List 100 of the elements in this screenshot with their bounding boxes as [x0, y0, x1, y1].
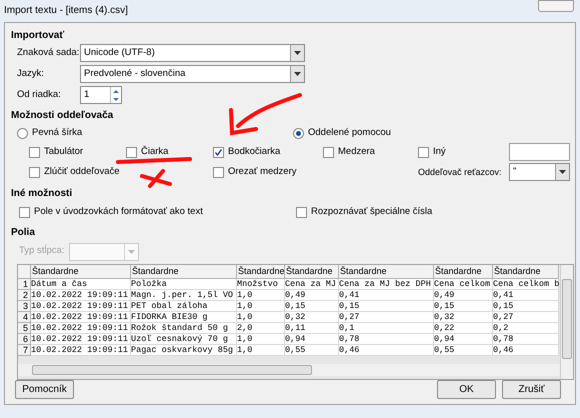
- table-cell: 0,41: [339, 290, 434, 300]
- checkbox[interactable]: [29, 146, 40, 158]
- caret-icon: [294, 51, 301, 55]
- checkbox[interactable]: [126, 146, 137, 158]
- table-cell: 1,0: [237, 300, 285, 312]
- checkbox-label: Orezať medzery: [228, 165, 296, 180]
- table-cell: 0,55: [434, 344, 493, 356]
- checkbox[interactable]: [213, 146, 224, 158]
- table-cell: 0,94: [434, 334, 493, 344]
- table-cell: PET obal záloha: [131, 300, 237, 312]
- table-cell: 0,15: [434, 300, 493, 312]
- caret-icon: [559, 170, 566, 174]
- checkbox[interactable]: [323, 146, 334, 158]
- row-number: 2: [18, 290, 31, 300]
- checkbox[interactable]: [418, 146, 429, 158]
- table-cell: 0,15: [285, 300, 339, 312]
- field-label: Znaková sada:: [17, 46, 80, 60]
- caret-icon: [128, 250, 135, 254]
- table-cell: 0,78: [339, 334, 434, 344]
- dialog-button[interactable]: OK: [437, 380, 496, 399]
- checkbox-label: Medzera: [338, 145, 375, 160]
- table-cell: 1,0: [237, 290, 285, 300]
- table-cell: Dátum a čas: [31, 278, 131, 290]
- table-cell: 0,94: [285, 334, 339, 344]
- table-cell: 0,15: [493, 300, 559, 312]
- table-cell: Uzoľ cesnakový 70 g: [131, 334, 237, 344]
- table-cell: 0,2: [493, 322, 559, 334]
- dialog-button[interactable]: Pomocník: [15, 380, 74, 399]
- table-cell: 0,55: [285, 344, 339, 356]
- table-cell: Cena celkom: [434, 278, 493, 290]
- checkbox[interactable]: [29, 166, 40, 178]
- table-cell: Cena za MJ bez DPH: [339, 278, 434, 290]
- radio-label: Pevná šírka: [32, 126, 82, 140]
- table-cell: 0,46: [339, 344, 434, 356]
- table-cell: Cena za MJ: [285, 278, 339, 290]
- table-cell: 10.02.2022 19:09:11: [31, 300, 131, 312]
- table-cell: 10.02.2022 19:09:11: [31, 290, 131, 300]
- table-cell: Magn. j.per. 1,5l VO: [131, 290, 237, 300]
- row-number: 1: [18, 278, 31, 290]
- table-cell: Rožok štandard 50 g: [131, 322, 237, 334]
- vertical-scrollbar[interactable]: [560, 264, 573, 379]
- field-label: Jazyk:: [17, 66, 45, 81]
- text-field[interactable]: [509, 143, 570, 162]
- checkbox-label: Pole v úvodzovkách formátovať ako text: [34, 205, 203, 220]
- table-cell: Položka: [131, 278, 237, 290]
- close-button[interactable]: [538, 0, 574, 12]
- table-cell: 0,49: [285, 290, 339, 300]
- checkbox-label: Čiarka: [141, 145, 168, 160]
- table-cell: 0,27: [339, 312, 434, 322]
- radio-button[interactable]: [17, 128, 28, 139]
- table-cell: 0,32: [434, 312, 493, 322]
- table-cell: 10.02.2022 19:09:11: [31, 344, 131, 356]
- checkbox[interactable]: [296, 206, 307, 218]
- table-cell: 0,46: [493, 344, 559, 356]
- table-cell: 0,27: [493, 312, 559, 322]
- table-cell: 0,32: [285, 312, 339, 322]
- row-number: 5: [18, 322, 31, 334]
- dropdown[interactable]: ": [509, 163, 570, 182]
- row-number: 4: [18, 312, 31, 322]
- caret-icon: [294, 72, 301, 76]
- horizontal-scrollbar[interactable]: [18, 364, 560, 376]
- radio-label: Oddelené pomocou: [308, 126, 391, 140]
- table-cell: 0,1: [339, 322, 434, 334]
- table-cell: Pagac oskvarkovy 85g: [131, 344, 237, 356]
- table-cell: 0,49: [434, 290, 493, 300]
- field-label: Typ stĺpca:: [19, 244, 66, 258]
- spin-box[interactable]: 1: [80, 86, 122, 104]
- checkbox-label: Iný: [433, 145, 446, 160]
- table-cell: 10.02.2022 19:09:11: [31, 322, 131, 334]
- checkbox-label: Zlúčiť oddeľovače: [44, 165, 120, 180]
- dropdown[interactable]: Unicode (UTF-8): [80, 44, 305, 62]
- radio-button[interactable]: [293, 128, 304, 139]
- table-cell: FIDORKA BIE30 g: [131, 312, 237, 322]
- table-cell: 1,0: [237, 334, 285, 344]
- row-number: 3: [18, 300, 31, 312]
- checkbox-label: Tabulátor: [44, 145, 84, 160]
- table-cell: 0,15: [339, 300, 434, 312]
- section-heading: Importovať: [11, 29, 66, 43]
- table-cell: Množstvo: [237, 278, 285, 290]
- table-cell: Cena celkom b: [493, 278, 559, 290]
- dropdown[interactable]: Predvolené - slovenčina: [80, 65, 305, 83]
- cross-annotation: [140, 169, 172, 188]
- table-cell: 0,41: [493, 290, 559, 300]
- table-cell: 0,78: [493, 334, 559, 344]
- table-cell: 0,22: [434, 322, 493, 334]
- table-cell: 2,0: [237, 322, 285, 334]
- window-title: Import textu - [items (4).csv]: [4, 4, 128, 18]
- section-heading: Polia: [11, 226, 36, 240]
- checkbox[interactable]: [19, 206, 30, 218]
- section-heading: Možnosti oddeľovača: [11, 109, 114, 123]
- table-cell: 10.02.2022 19:09:11: [31, 334, 131, 344]
- table-cell: 1,0: [237, 344, 285, 356]
- checkbox[interactable]: [213, 166, 224, 178]
- field-label: Oddeľovač reťazcov:: [418, 166, 502, 178]
- field-label: Od riadka:: [17, 88, 62, 102]
- checkbox-label: Rozpoznávať špeciálne čísla: [311, 205, 432, 220]
- dialog-button[interactable]: Zrušiť: [502, 380, 561, 399]
- section-heading: Iné možnosti: [11, 187, 74, 202]
- row-number: 6: [18, 334, 31, 344]
- table-cell: 0,11: [285, 322, 339, 334]
